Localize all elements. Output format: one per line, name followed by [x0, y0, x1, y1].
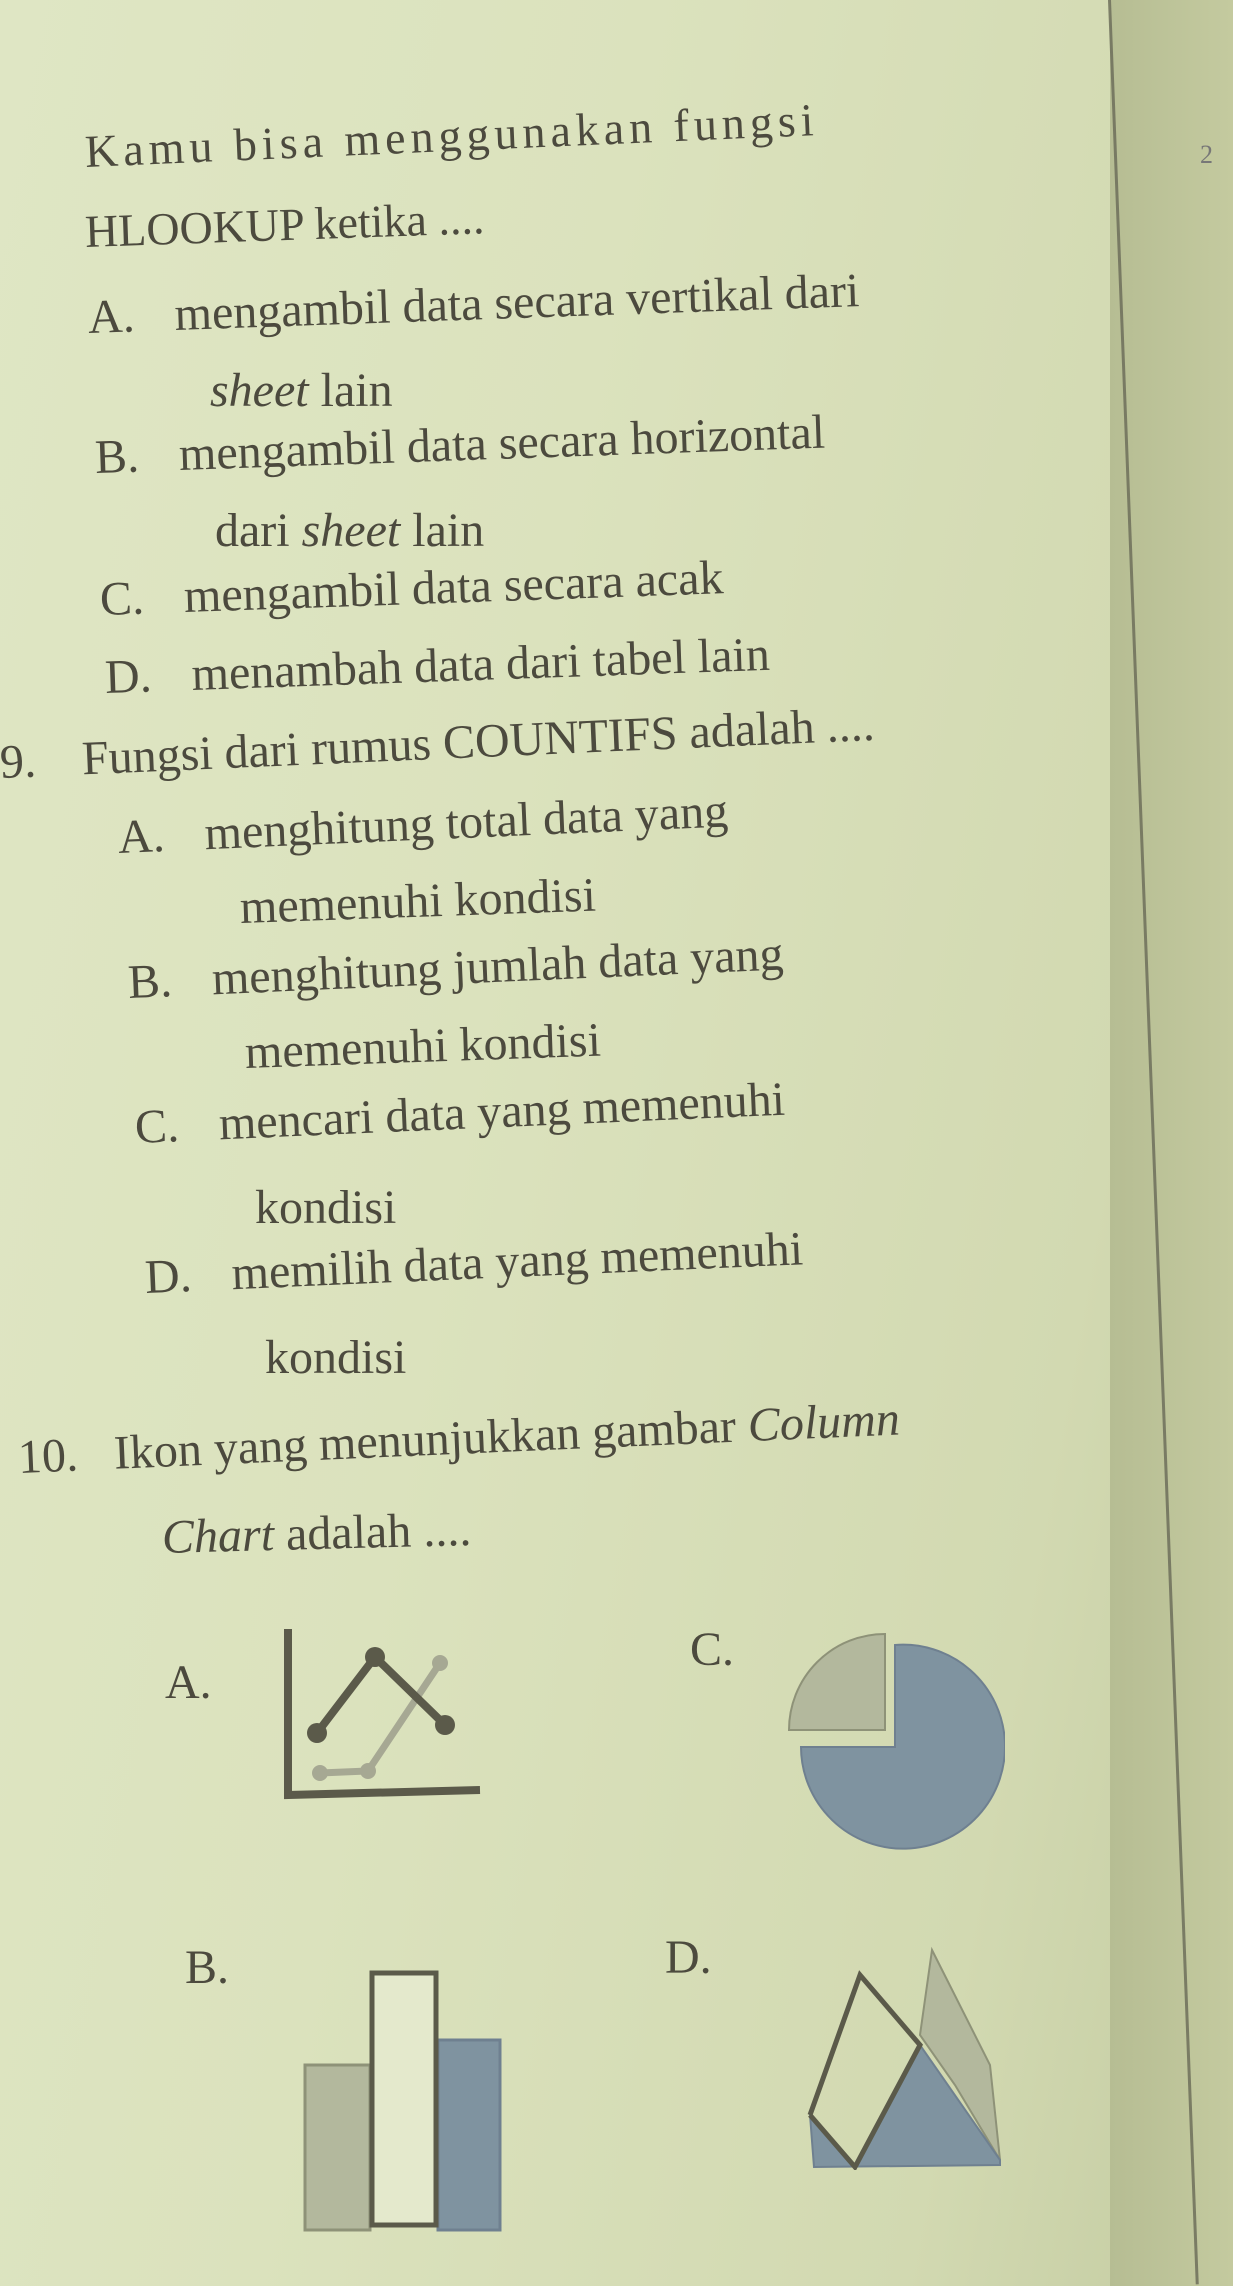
option-text: mengambil data secara vertikal dari: [173, 264, 861, 341]
adjacent-page: [1110, 0, 1233, 2286]
option-letter: B.: [126, 954, 174, 1009]
option-b[interactable]: B. mengambil data secara horizontal: [94, 405, 826, 485]
option-text: dari: [215, 504, 302, 557]
question-text-continuation: Chart adalah ....: [161, 1502, 472, 1565]
option-text: lain: [308, 364, 393, 417]
option-letter: B.: [94, 429, 140, 484]
option-letter: D.: [143, 1248, 193, 1304]
area-chart-icon[interactable]: [800, 1945, 1020, 2170]
point: [360, 1763, 376, 1779]
option-a-continuation: memenuhi kondisi: [239, 868, 597, 934]
question-text: HLOOKUP ketika ....: [84, 192, 486, 257]
question-text: Kamu bisa menggunakan fungsi: [83, 94, 820, 177]
option-a-continuation: sheet lain: [210, 363, 393, 418]
column-bar: [303, 2063, 372, 2232]
option-c[interactable]: C. mengambil data secara acak: [99, 550, 724, 627]
question-number: 9.: [0, 734, 38, 789]
column-chart-icon[interactable]: [300, 1965, 515, 2235]
option-text: mengambil data secara acak: [183, 551, 725, 624]
question-stem: adalah ....: [273, 1502, 472, 1562]
question-text: 10. Ikon yang menunjukkan gambar Column: [17, 1392, 901, 1485]
column-bar: [436, 2038, 502, 2232]
option-text: lain: [400, 504, 485, 557]
option-b-continuation: memenuhi kondisi: [244, 1013, 602, 1079]
option-b-continuation: dari sheet lain: [215, 503, 484, 558]
option-b-label[interactable]: B.: [185, 1940, 229, 1995]
option-text: menghitung total data yang: [203, 784, 730, 861]
option-letter: C.: [99, 571, 145, 626]
option-d[interactable]: D. memilih data yang memenuhi: [144, 1221, 804, 1305]
point: [307, 1723, 327, 1743]
italic-term: sheet: [301, 504, 401, 557]
italic-term: Chart: [161, 1508, 275, 1564]
italic-term: Column: [746, 1392, 901, 1453]
pie-chart-icon[interactable]: [785, 1632, 1005, 1852]
option-b[interactable]: B. menghitung jumlah data yang: [127, 926, 785, 1010]
option-a[interactable]: A. menghitung total data yang: [117, 783, 729, 865]
option-d[interactable]: D. menambah data dari tabel lain: [104, 627, 771, 705]
series-dark: [313, 1650, 448, 1736]
option-letter: A.: [87, 289, 136, 344]
option-d-continuation: kondisi: [265, 1331, 407, 1384]
question-text: 9. Fungsi dari rumus COUNTIFS adalah ...…: [0, 697, 876, 790]
margin-mark: 2: [1200, 140, 1213, 169]
option-text: menambah data dari tabel lain: [190, 627, 771, 701]
option-text: mencari data yang memenuhi: [217, 1072, 786, 1151]
option-c-continuation: kondisi: [255, 1181, 397, 1234]
option-letter: A.: [116, 808, 166, 864]
point: [312, 1765, 328, 1781]
series-light: [319, 1661, 443, 1777]
option-c-label[interactable]: C.: [690, 1622, 734, 1677]
point: [365, 1647, 385, 1667]
option-letter: D.: [104, 649, 153, 704]
question-number: 10.: [16, 1428, 80, 1484]
column-bar: [369, 1970, 439, 2228]
option-a[interactable]: A. mengambil data secara vertikal dari: [87, 263, 860, 345]
point: [432, 1655, 448, 1671]
option-text: menghitung jumlah data yang: [210, 927, 785, 1006]
option-c[interactable]: C. mencari data yang memenuhi: [134, 1072, 786, 1155]
pie-slice-small: [787, 1632, 886, 1731]
option-a-label[interactable]: A.: [165, 1655, 212, 1710]
italic-term: sheet: [210, 364, 309, 417]
question-stem: Ikon yang menunjukkan gambar: [112, 1399, 749, 1480]
option-d-label[interactable]: D.: [665, 1930, 712, 1985]
line-chart-icon[interactable]: [280, 1625, 495, 1810]
question-stem: Fungsi dari rumus COUNTIFS adalah ....: [80, 697, 876, 786]
option-letter: C.: [133, 1099, 181, 1154]
point: [435, 1715, 455, 1735]
